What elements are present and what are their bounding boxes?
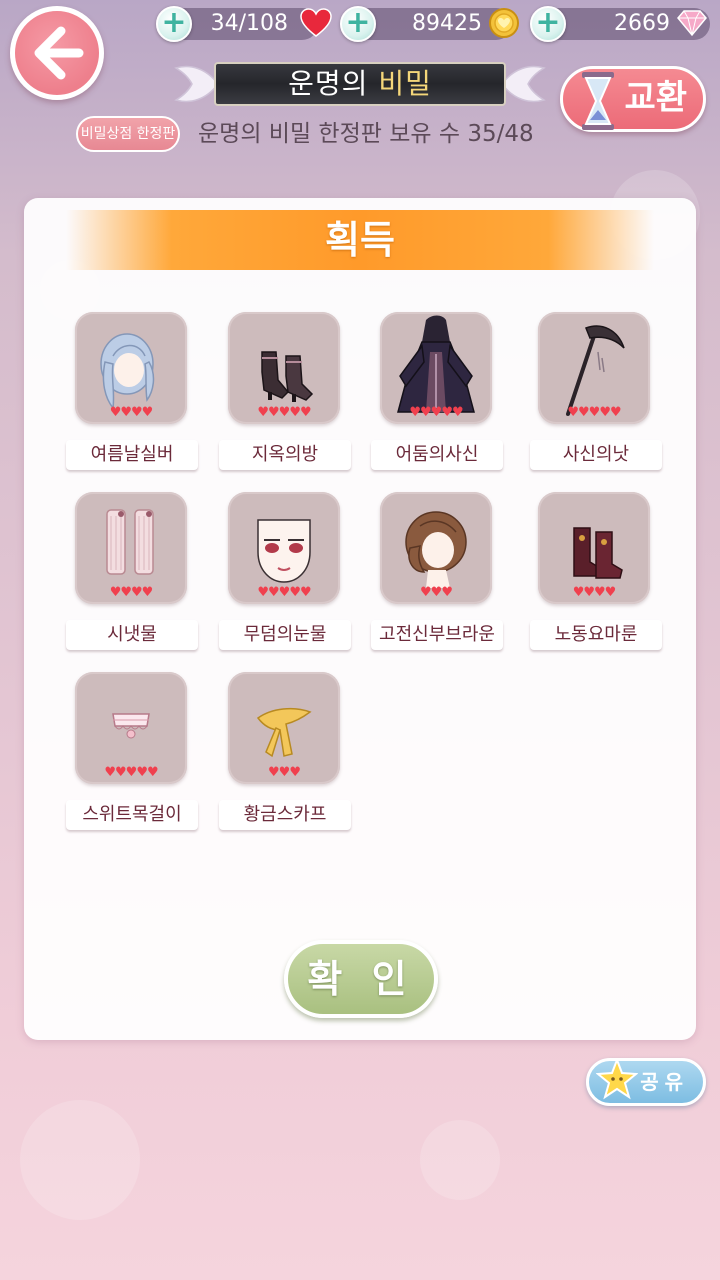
wing-right-icon xyxy=(501,65,546,103)
rarity-hearts: ♥♥♥♥♥ xyxy=(409,405,463,420)
owned-count-text: 운명의 비밀 한정판 보유 수 35/48 xyxy=(198,121,534,147)
bokeh xyxy=(20,1100,140,1220)
heart-icon xyxy=(300,8,332,37)
rarity-hearts: ♥♥♥ xyxy=(420,585,453,600)
gold-value: 89425 xyxy=(412,11,482,36)
hourglass-icon xyxy=(582,72,614,130)
item-label: 노동요마룬 xyxy=(530,620,662,650)
item-tile[interactable]: ♥♥♥ xyxy=(380,492,492,604)
add-hearts-button[interactable]: + xyxy=(156,6,192,42)
arrow-left-icon xyxy=(34,26,84,80)
item-tile[interactable]: ♥♥♥ xyxy=(228,672,340,784)
item-label: 사신의낫 xyxy=(530,440,662,470)
confirm-button[interactable]: 확 인 xyxy=(284,940,438,1018)
item-tile[interactable]: ♥♥♥♥♥ xyxy=(228,312,340,424)
back-button[interactable] xyxy=(10,6,104,100)
add-diamonds-button[interactable]: + xyxy=(530,6,566,42)
add-gold-button[interactable]: + xyxy=(340,6,376,42)
rarity-hearts: ♥♥♥♥♥ xyxy=(257,405,311,420)
page-title-part1: 운명의 xyxy=(288,67,369,100)
item-tile[interactable]: ♥♥♥♥♥ xyxy=(75,672,187,784)
hearts-value: 34/108 xyxy=(210,11,288,36)
diamond-icon xyxy=(677,10,707,37)
star-icon xyxy=(596,1058,638,1100)
rarity-hearts: ♥♥♥ xyxy=(268,765,301,780)
rarity-hearts: ♥♥♥♥ xyxy=(572,585,617,600)
rarity-hearts: ♥♥♥♥ xyxy=(109,585,154,600)
rarity-hearts: ♥♥♥♥♥ xyxy=(257,585,311,600)
item-tile[interactable]: ♥♥♥♥ xyxy=(75,312,187,424)
bokeh xyxy=(420,1120,500,1200)
confirm-label: 확 인 xyxy=(307,957,415,1001)
rarity-hearts: ♥♥♥♥♥ xyxy=(567,405,621,420)
acquired-banner-label: 획득 xyxy=(325,218,395,262)
acquired-banner: 획득 xyxy=(66,210,654,270)
exchange-label: 교환 xyxy=(624,78,687,118)
wing-left-icon xyxy=(174,65,219,103)
item-label: 스위트목걸이 xyxy=(66,800,198,830)
share-label: 공유 xyxy=(640,1070,689,1094)
item-label: 무덤의눈물 xyxy=(219,620,351,650)
item-label: 시냇물 xyxy=(66,620,198,650)
rarity-hearts: ♥♥♥♥ xyxy=(109,405,154,420)
item-tile[interactable]: ♥♥♥♥ xyxy=(75,492,187,604)
item-tile[interactable]: ♥♥♥♥♥ xyxy=(228,492,340,604)
limited-edition-badge: 비밀상점 한정판 xyxy=(76,116,180,152)
item-label: 황금스카프 xyxy=(219,800,351,830)
item-tile[interactable]: ♥♥♥♥♥ xyxy=(380,312,492,424)
rarity-hearts: ♥♥♥♥♥ xyxy=(104,765,158,780)
item-label: 고전신부브라운 xyxy=(371,620,503,650)
item-tile[interactable]: ♥♥♥♥♥ xyxy=(538,312,650,424)
item-label: 어둠의사신 xyxy=(371,440,503,470)
page-title-part2: 비밀 xyxy=(378,67,432,100)
page-title: 운명의 비밀 xyxy=(214,62,506,106)
gold-coin-icon xyxy=(489,8,519,38)
item-label: 여름날실버 xyxy=(66,440,198,470)
item-label: 지옥의방 xyxy=(219,440,351,470)
item-tile[interactable]: ♥♥♥♥ xyxy=(538,492,650,604)
diamonds-value: 2669 xyxy=(614,11,670,36)
